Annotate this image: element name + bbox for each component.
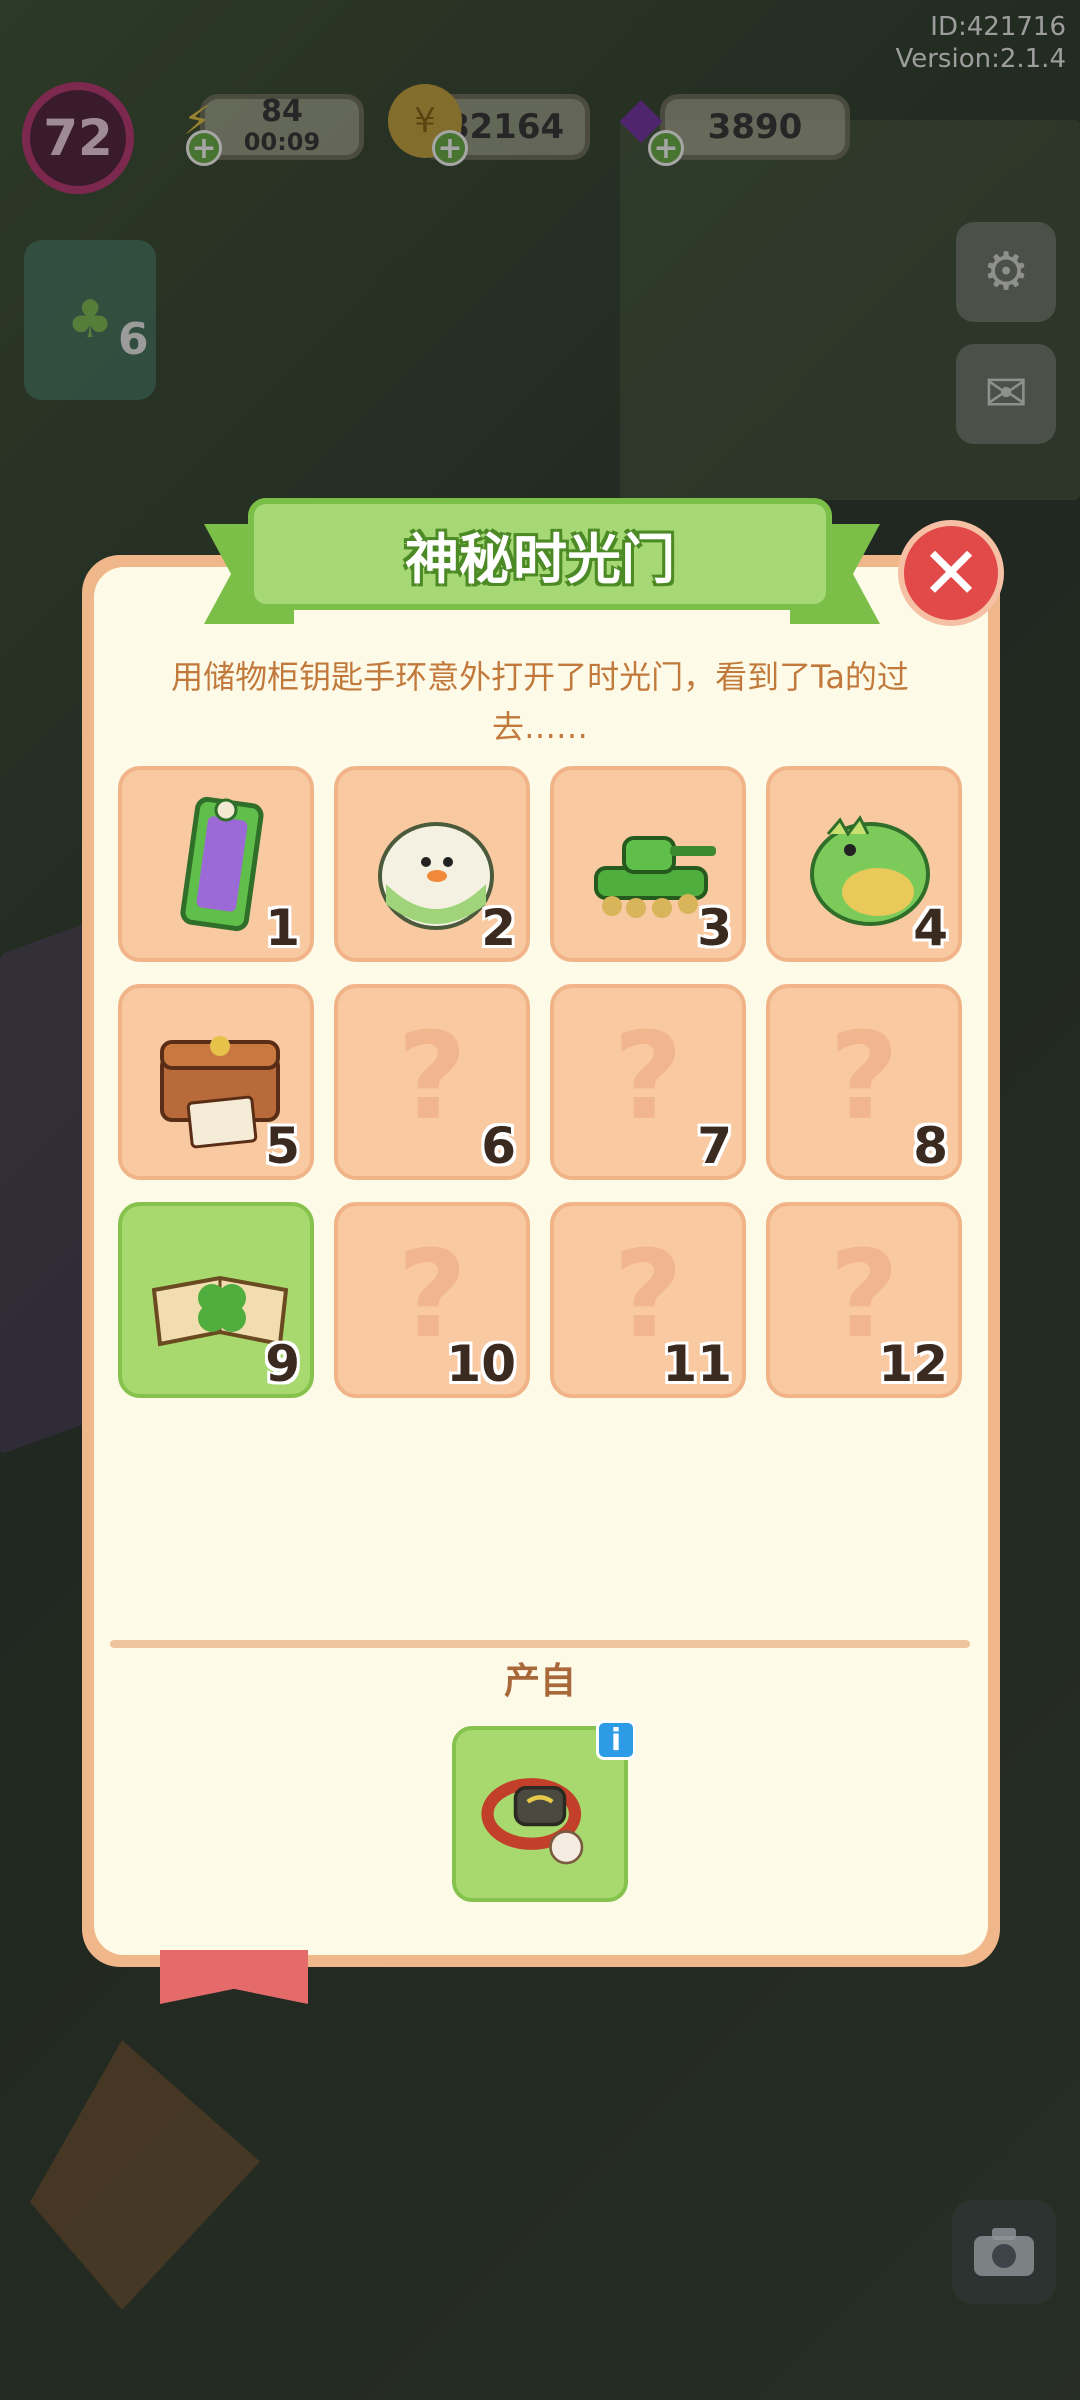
item-number: 4 (913, 899, 948, 957)
item-number: 1 (265, 899, 300, 957)
item-number: 5 (265, 1117, 300, 1175)
item-number: 3 (697, 899, 732, 957)
item-number: 8 (913, 1117, 948, 1175)
source-label: 产自 (503, 1661, 576, 1702)
item-number: 2 (481, 899, 516, 957)
collection-item-1[interactable]: 1 (118, 766, 314, 962)
collection-item-10[interactable]: ? 10 (334, 1202, 530, 1398)
collection-item-9[interactable]: 9 (118, 1202, 314, 1398)
modal-description: 用储物柜钥匙手环意外打开了时光门，看到了Ta的过去…… (171, 658, 909, 746)
item-number: 11 (662, 1335, 732, 1393)
collection-item-3[interactable]: 3 (550, 766, 746, 962)
collection-item-12[interactable]: ? 12 (766, 1202, 962, 1398)
item-number: 12 (878, 1335, 948, 1393)
collection-item-7[interactable]: ? 7 (550, 984, 746, 1180)
close-icon: ✕ (920, 531, 982, 615)
collection-item-8[interactable]: ? 8 (766, 984, 962, 1180)
collection-item-5[interactable]: 5 (118, 984, 314, 1180)
item-number: 9 (265, 1335, 300, 1393)
item-number: 6 (481, 1117, 516, 1175)
section-divider (110, 1640, 970, 1648)
modal-title: 神秘时光门 (248, 498, 832, 610)
close-button[interactable]: ✕ (898, 520, 1004, 626)
collection-item-6[interactable]: ? 6 (334, 984, 530, 1180)
collection-grid: 1 2 3 4 5 ? 6 ? 7 ? 8 9 ? 10 ? 11 ? 12 (118, 766, 964, 1398)
info-button[interactable]: i (596, 1720, 636, 1760)
locker-key-bracelet-icon (481, 1778, 584, 1865)
item-number: 7 (697, 1117, 732, 1175)
item-number: 10 (446, 1335, 516, 1393)
collection-item-4[interactable]: 4 (766, 766, 962, 962)
collection-item-2[interactable]: 2 (334, 766, 530, 962)
collection-item-11[interactable]: ? 11 (550, 1202, 746, 1398)
